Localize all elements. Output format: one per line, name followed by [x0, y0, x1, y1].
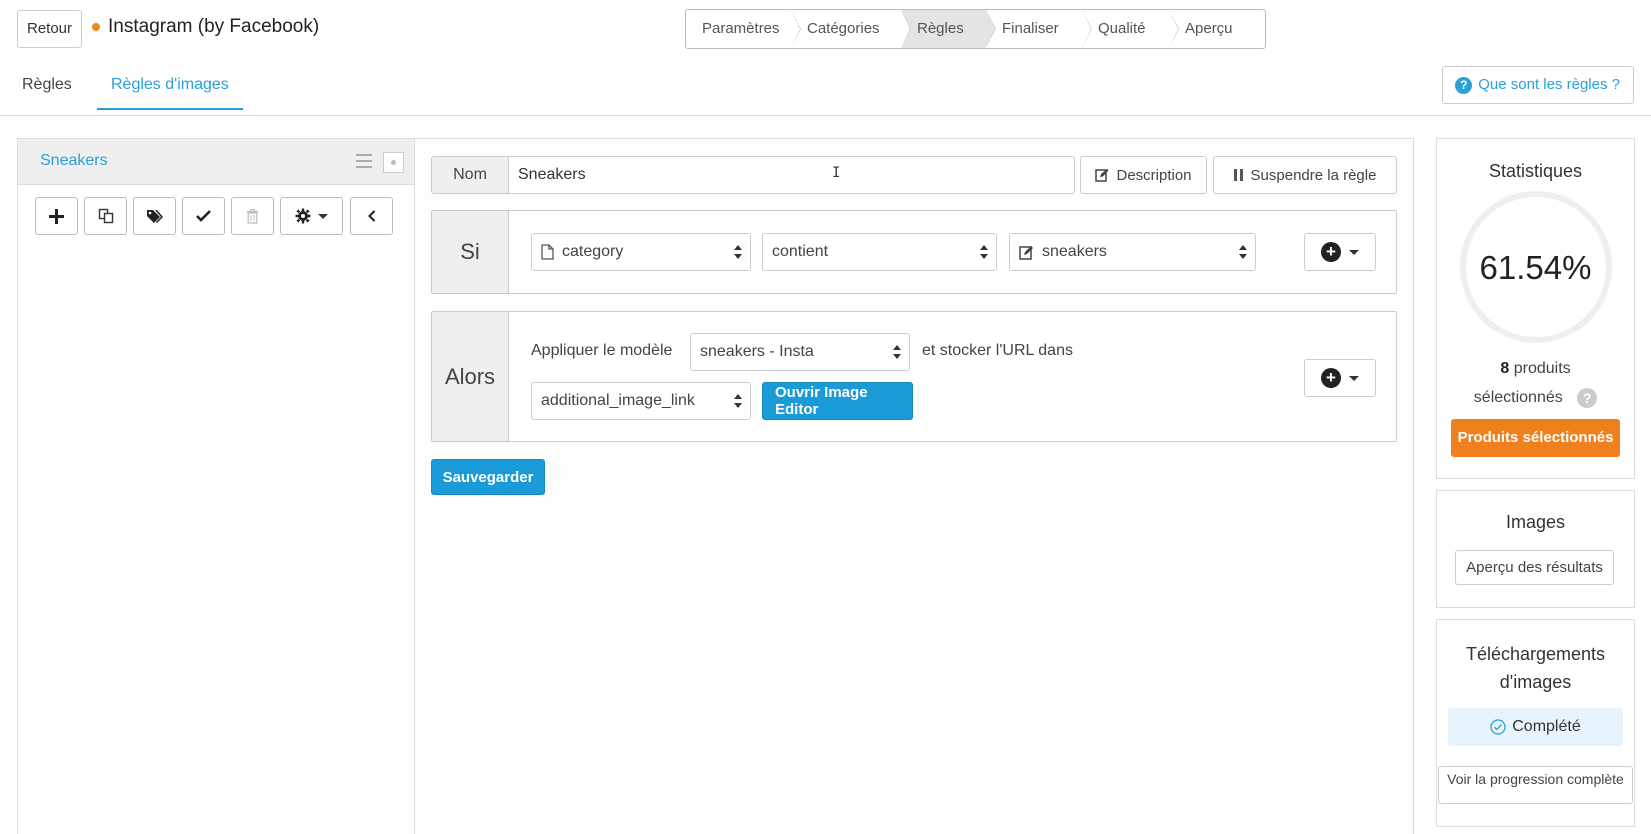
rule-item-label[interactable]: Sneakers	[40, 152, 108, 170]
action-block: Alors Appliquer le modèle sneakers - Ins…	[431, 311, 1397, 442]
chevron-down-icon	[1349, 249, 1359, 255]
status-dot	[92, 23, 100, 31]
gear-icon	[295, 208, 311, 224]
add-rule-button[interactable]	[35, 197, 78, 235]
validate-button[interactable]	[182, 197, 225, 235]
chevron-left-icon	[367, 210, 375, 222]
collapse-panel-button[interactable]	[350, 197, 393, 235]
app-title: Instagram (by Facebook)	[92, 16, 319, 38]
condition-operator-value: contient	[772, 243, 829, 260]
select-arrows-icon	[980, 245, 988, 259]
condition-block: Si category contient sneakers +	[431, 210, 1397, 294]
file-icon	[541, 244, 554, 260]
list-item[interactable]: Sneakers	[18, 139, 414, 185]
settings-dropdown-button[interactable]	[280, 197, 343, 235]
target-field-select[interactable]: additional_image_link	[531, 382, 751, 420]
rule-name-input[interactable]	[509, 156, 1075, 194]
rule-checkbox[interactable]	[383, 152, 404, 173]
help-button[interactable]: ? Que sont les règles ?	[1442, 66, 1634, 104]
template-value: sneakers - Insta	[700, 343, 814, 360]
select-arrows-icon	[734, 245, 742, 259]
tags-icon	[147, 209, 163, 223]
tab-regles-images[interactable]: Règles d'images	[97, 76, 243, 110]
if-label: Si	[432, 211, 509, 293]
plus-circle-icon: +	[1321, 368, 1341, 388]
app-title-text: Instagram (by Facebook)	[108, 16, 320, 37]
wizard-step-finaliser[interactable]: Finaliser	[986, 10, 1092, 48]
stats-panel: Statistiques 61.54% 8 produits sélection…	[1436, 138, 1635, 479]
check-circle-icon	[1490, 719, 1506, 735]
wizard-step-parametres[interactable]: Paramètres	[686, 10, 801, 48]
view-progress-button[interactable]: Voir la progression complète	[1438, 766, 1633, 804]
selected-products-button[interactable]: Produits sélectionnés	[1451, 419, 1620, 457]
help-button-label: Que sont les règles ?	[1478, 76, 1620, 93]
open-image-editor-button[interactable]: Ouvrir Image Editor	[762, 382, 913, 420]
text-cursor-icon: I	[832, 165, 841, 181]
apply-template-text: Appliquer le modèle	[531, 342, 673, 359]
rules-toolbar	[35, 197, 399, 235]
delete-rule-button[interactable]	[231, 197, 274, 235]
then-label: Alors	[432, 312, 509, 441]
downloads-title: Téléchargements d'images	[1465, 644, 1606, 692]
chevron-down-icon	[318, 213, 328, 219]
preview-results-button[interactable]: Aperçu des résultats	[1455, 550, 1614, 585]
rule-name-row: Nom	[431, 156, 1075, 194]
chevron-down-icon	[1349, 375, 1359, 381]
plus-icon	[49, 208, 64, 224]
question-icon[interactable]: ?	[1577, 387, 1598, 408]
condition-value-select[interactable]: sneakers	[1009, 233, 1256, 271]
select-arrows-icon	[734, 394, 742, 408]
tags-button[interactable]	[133, 197, 176, 235]
condition-field-select[interactable]: category	[531, 233, 751, 271]
tab-regles[interactable]: Règles	[22, 76, 72, 108]
edit-icon	[1095, 169, 1109, 182]
check-icon	[196, 210, 211, 222]
download-status: Complété	[1512, 718, 1581, 735]
edit-icon	[1019, 245, 1033, 260]
stats-title: Statistiques	[1488, 161, 1583, 181]
question-icon: ?	[1455, 76, 1473, 94]
add-action-button[interactable]: +	[1304, 359, 1376, 397]
wizard-step-regles[interactable]: Règles	[901, 10, 996, 48]
description-button[interactable]: Description	[1080, 156, 1207, 194]
save-button[interactable]: Sauvegarder	[431, 459, 545, 495]
selected-count-number: 8	[1500, 360, 1510, 377]
plus-circle-icon: +	[1321, 242, 1341, 262]
select-arrows-icon	[1239, 245, 1247, 259]
images-panel: Images Aperçu des résultats	[1436, 490, 1635, 608]
pause-icon	[1233, 169, 1243, 181]
trash-icon	[247, 208, 258, 224]
condition-operator-select[interactable]: contient	[762, 233, 997, 271]
store-url-text: et stocker l'URL dans	[922, 342, 1073, 359]
wizard-steps: Paramètres Catégories Règles Finaliser Q…	[685, 9, 1266, 49]
rule-editor: Nom I Description Suspendre la règle Si …	[415, 138, 1414, 834]
wizard-step-apercu[interactable]: Aperçu	[1169, 10, 1265, 48]
rules-list-panel: Sneakers	[17, 138, 415, 834]
status-badge: Complété	[1448, 708, 1623, 746]
name-label: Nom	[431, 156, 509, 194]
description-label: Description	[1116, 166, 1192, 184]
downloads-panel: Téléchargements d'images Complété Voir l…	[1436, 619, 1635, 827]
suspend-label: Suspendre la règle	[1250, 166, 1377, 184]
drag-handle-icon[interactable]	[356, 154, 372, 168]
wizard-step-qualite[interactable]: Qualité	[1082, 10, 1179, 48]
images-title: Images	[1505, 512, 1566, 532]
copy-icon	[98, 208, 113, 224]
selected-text-2: sélectionnés	[1473, 389, 1563, 406]
selected-text-1: produits	[1513, 360, 1571, 377]
sub-navigation: Règles Règles d'images ? Que sont les rè…	[0, 66, 1651, 116]
add-condition-button[interactable]: +	[1304, 233, 1376, 271]
template-select[interactable]: sneakers - Insta	[690, 333, 910, 371]
stats-percentage: 61.54%	[1479, 249, 1592, 286]
select-arrows-icon	[893, 345, 901, 359]
duplicate-rule-button[interactable]	[84, 197, 127, 235]
suspend-rule-button[interactable]: Suspendre la règle	[1213, 156, 1397, 194]
back-button[interactable]: Retour	[17, 10, 82, 48]
condition-field-value: category	[562, 243, 624, 260]
wizard-step-categories[interactable]: Catégories	[791, 10, 911, 48]
condition-value: sneakers	[1042, 243, 1107, 260]
target-field-value: additional_image_link	[541, 392, 695, 409]
selected-products-count: 8 produits sélectionnés ?	[1437, 354, 1634, 412]
